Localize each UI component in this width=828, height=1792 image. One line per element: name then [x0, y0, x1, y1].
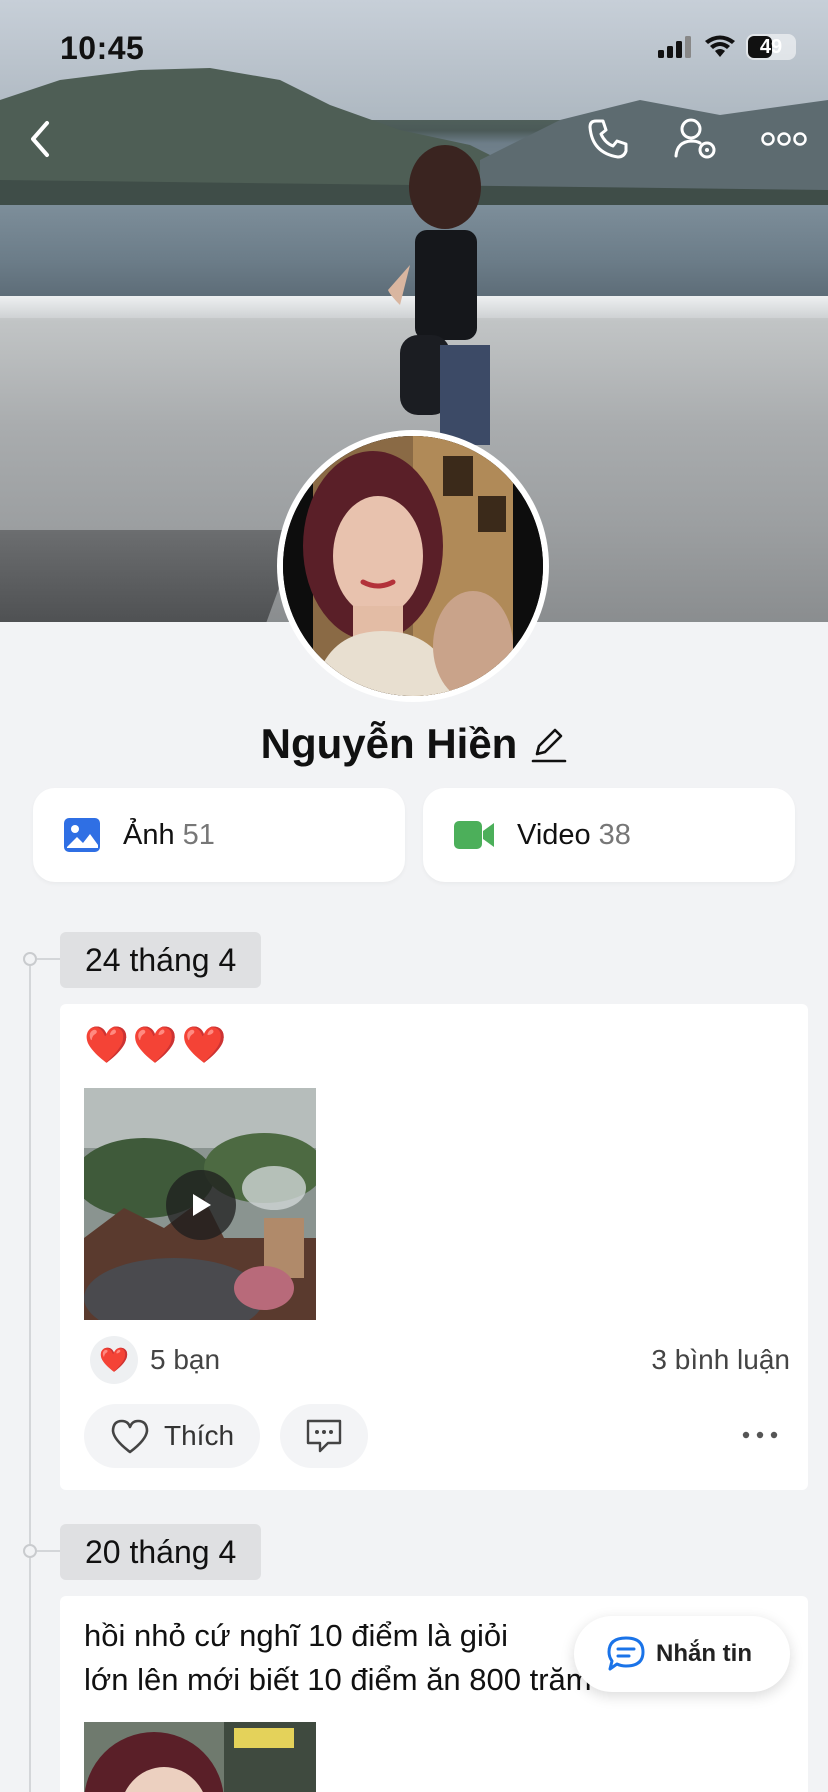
videos-label: Video	[517, 818, 591, 851]
edit-pencil-icon[interactable]	[531, 724, 567, 764]
timeline-dot	[23, 952, 37, 966]
post-action-row: Thích	[84, 1404, 784, 1468]
play-button[interactable]	[166, 1170, 236, 1240]
chevron-left-icon	[31, 121, 49, 157]
comment-count[interactable]: 3 bình luận	[651, 1344, 790, 1376]
post-content: ❤️❤️❤️	[84, 1024, 231, 1065]
user-settings-icon	[674, 118, 716, 159]
more-options-button[interactable]	[760, 115, 808, 163]
reaction-row: ❤️ 5 bạn 3 bình luận	[90, 1336, 790, 1384]
chat-bubble-icon	[607, 1636, 645, 1671]
message-button[interactable]: Nhắn tin	[574, 1616, 790, 1692]
signal-icon	[658, 36, 691, 58]
timeline-tick	[37, 1550, 61, 1552]
heart-outline-icon	[111, 1419, 149, 1454]
photos-tile[interactable]: Ảnh 51	[33, 788, 405, 882]
status-time: 10:45	[60, 30, 145, 66]
cover-person	[388, 145, 490, 445]
profile-avatar[interactable]	[277, 430, 549, 702]
post-photo-thumbnail[interactable]	[84, 1722, 316, 1792]
post-video-thumbnail[interactable]	[84, 1088, 316, 1320]
post-text: hồi nhỏ cứ nghĩ 10 điểm là giỏi lớn lên …	[84, 1614, 592, 1702]
post-date-chip: 24 tháng 4	[60, 932, 262, 988]
timeline-line	[29, 958, 31, 1792]
more-dots-icon	[742, 1431, 778, 1439]
video-camera-icon	[454, 821, 494, 849]
status-icons: 49	[658, 34, 796, 60]
post-text-line: hồi nhỏ cứ nghĩ 10 điểm là giỏi	[84, 1618, 509, 1653]
more-horizontal-icon	[761, 132, 807, 146]
like-label: Thích	[164, 1420, 235, 1451]
timeline-dot	[23, 1544, 37, 1558]
videos-tile[interactable]: Video 38	[423, 788, 795, 882]
comment-button[interactable]	[280, 1404, 369, 1468]
battery-indicator: 49	[746, 34, 796, 60]
timeline-tick	[37, 958, 61, 960]
wifi-icon	[705, 35, 735, 57]
cover-ground	[0, 530, 300, 622]
post-card: ❤️❤️❤️ ❤️ 5 bạn 3 bình luận Thích	[60, 1004, 808, 1490]
photos-label: Ảnh	[123, 818, 175, 851]
videos-count: 38	[598, 818, 631, 851]
back-button[interactable]	[16, 115, 64, 163]
battery-level: 49	[759, 35, 783, 58]
call-button[interactable]	[584, 115, 632, 163]
like-button[interactable]: Thích	[84, 1404, 261, 1468]
comment-icon	[306, 1419, 342, 1453]
post-text-line: lớn lên mới biết 10 điểm ăn 800 trăm	[84, 1662, 592, 1697]
avatar-image	[283, 436, 543, 696]
photo-icon	[64, 818, 100, 852]
post-date-chip: 20 tháng 4	[60, 1524, 262, 1580]
profile-name-row: Nguyễn Hiền	[0, 720, 828, 768]
message-button-label: Nhắn tin	[656, 1640, 752, 1667]
profile-name: Nguyễn Hiền	[260, 720, 518, 767]
phone-icon	[588, 119, 628, 159]
reaction-count[interactable]: 5 bạn	[150, 1344, 220, 1376]
heart-reaction-icon[interactable]: ❤️	[90, 1336, 138, 1384]
post-more-button[interactable]	[742, 1427, 778, 1445]
photos-count: 51	[182, 818, 215, 851]
play-icon	[193, 1194, 211, 1216]
profile-settings-button[interactable]	[672, 115, 720, 163]
